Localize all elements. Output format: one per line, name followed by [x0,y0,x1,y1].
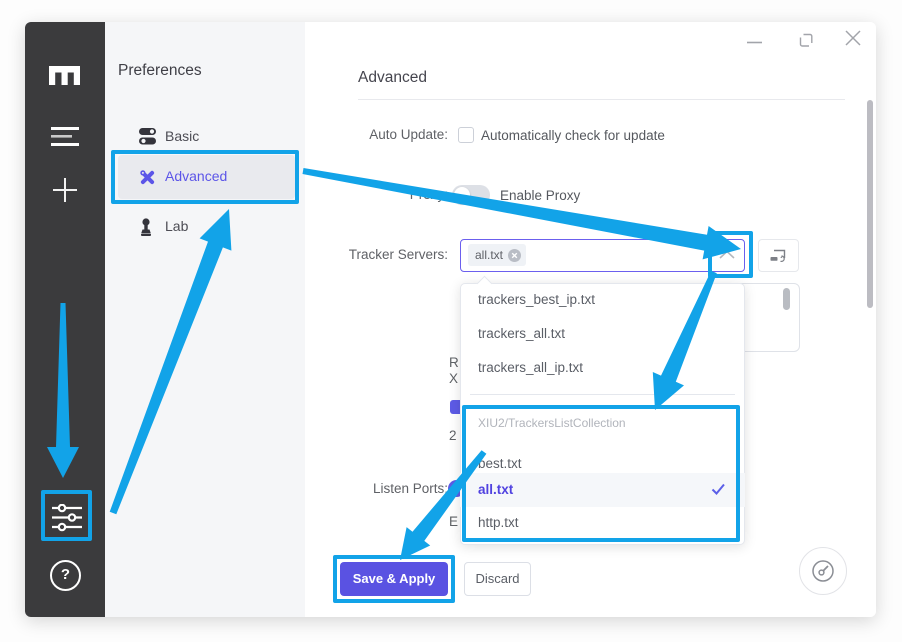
restore-window-icon[interactable] [799,33,814,48]
proxy-toggle[interactable] [452,185,490,205]
sync-trackers-button[interactable] [758,239,799,272]
dropdown-group-divider [470,394,735,395]
screenshot-root: ? Preferences Basic Advanced [0,0,902,642]
nav-item-lab[interactable]: Lab [118,210,295,244]
minimize-icon[interactable] [747,41,762,45]
clipped-text-fragment: 2 [449,428,457,443]
toggle-knob [454,187,470,203]
annotation-box-advanced [111,150,299,204]
preferences-title: Preferences [118,62,202,80]
help-icon[interactable]: ? [50,560,81,591]
nav-item-label: Basic [165,128,199,144]
tag-close-icon[interactable] [508,249,521,262]
nav-item-basic[interactable]: Basic [118,120,295,154]
discard-button[interactable]: Discard [464,562,531,596]
auto-update-checkbox-label: Automatically check for update [481,128,665,143]
speed-gauge-icon [808,556,838,586]
listen-ports-label: Listen Ports: [290,481,448,496]
clipped-text-fragment: E [449,514,458,529]
nav-item-label: Lab [165,218,188,234]
content-scrollbar-thumb[interactable] [867,100,873,308]
dropdown-item[interactable]: trackers_all.txt [460,317,745,351]
annotation-box-tracker-group [462,405,740,542]
dropdown-item[interactable]: trackers_best_ip.txt [460,283,745,317]
annotation-box-save-button [333,555,455,603]
motrix-logo-icon [47,63,83,86]
proxy-label: Proxy: [290,187,448,202]
toggle-switches-icon [138,128,157,145]
dropdown-item[interactable]: trackers_all_ip.txt [460,351,745,385]
selected-tracker-tag: all.txt [468,244,526,266]
page-title: Advanced [358,69,427,87]
annotation-box-preferences-icon [41,490,92,541]
lab-stamp-icon [138,217,154,237]
annotation-box-chevron [708,231,753,278]
tag-label: all.txt [475,248,503,262]
add-task-icon[interactable] [51,176,79,204]
proxy-toggle-label: Enable Proxy [500,188,580,203]
clipped-text-fragment: R [449,355,459,370]
textarea-scrollbar-thumb[interactable] [783,288,790,310]
preferences-nav [105,22,305,617]
sync-tracker-icon [769,248,788,264]
title-divider [358,99,845,100]
speed-limit-fab[interactable] [799,547,847,595]
auto-update-label: Auto Update: [290,127,448,142]
clipped-text-fragment: X [449,371,458,386]
tracker-servers-label: Tracker Servers: [290,247,448,262]
close-icon[interactable] [845,30,861,46]
auto-update-checkbox[interactable] [458,127,474,143]
task-list-icon[interactable] [51,127,79,146]
